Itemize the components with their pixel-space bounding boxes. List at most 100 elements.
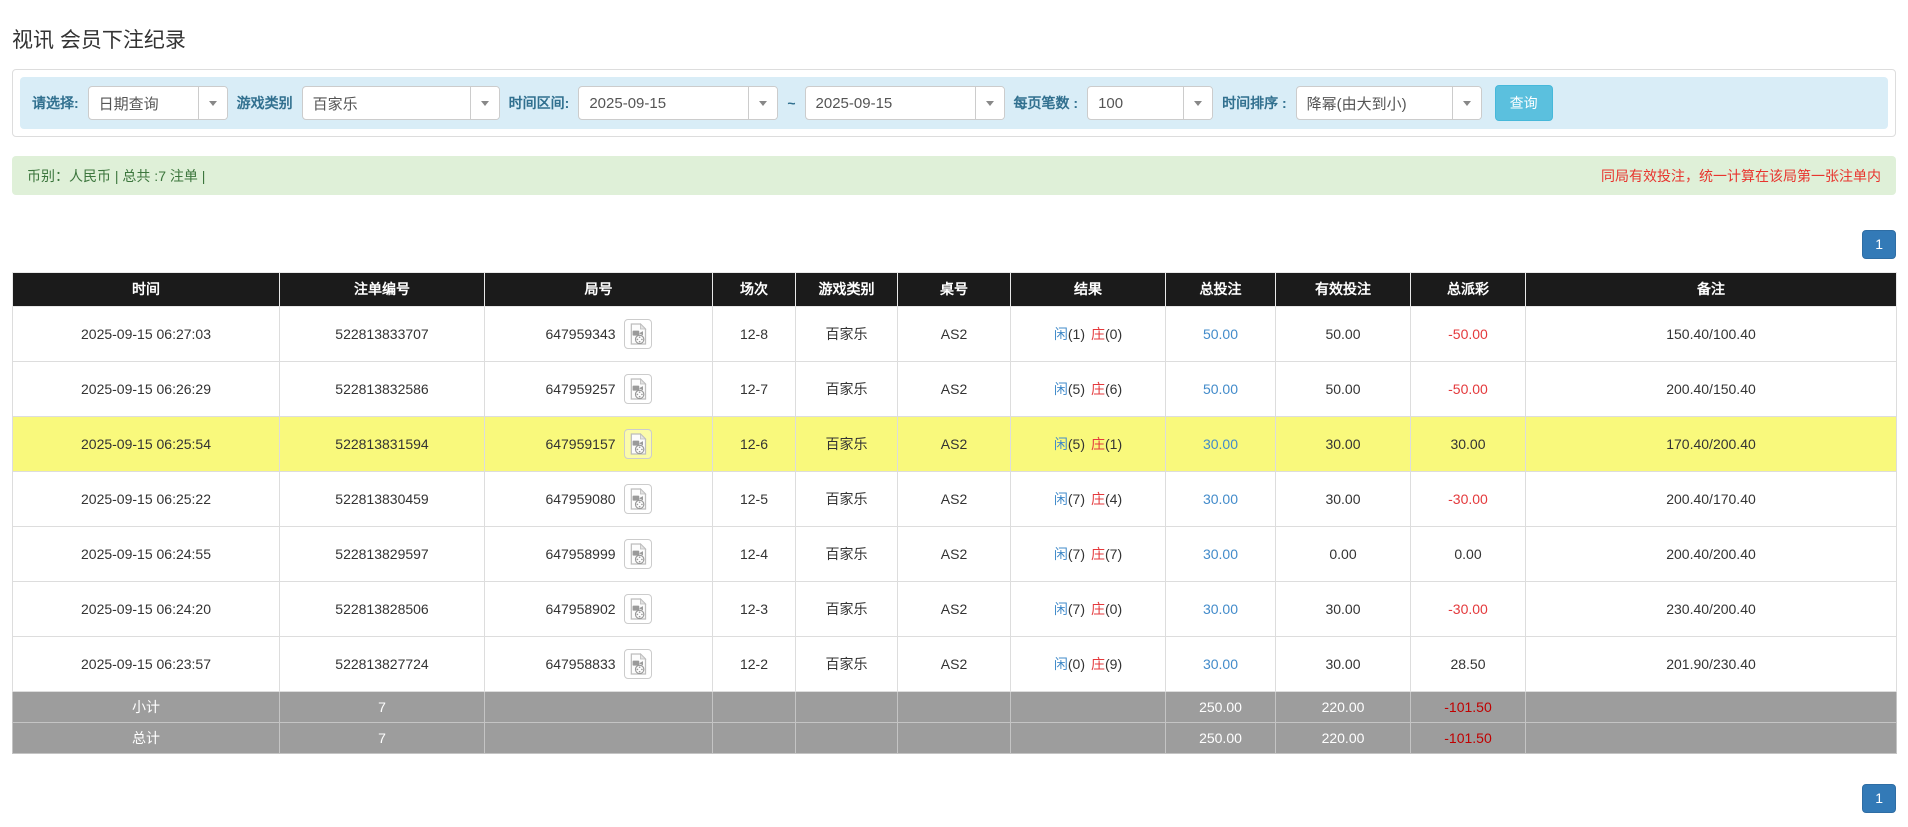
round-id-text: 647959080 <box>545 490 616 507</box>
header-session: 场次 <box>712 271 796 307</box>
cell-bet-id: 522813827724 <box>279 635 485 692</box>
cell-total-bet: 30.00 <box>1165 580 1276 637</box>
total-bet-link[interactable]: 30.00 <box>1203 436 1238 452</box>
cell-total-bet: 30.00 <box>1165 525 1276 582</box>
result-player-label: 闲 <box>1053 490 1068 507</box>
page-title: 视讯 会员下注纪录 <box>12 29 186 52</box>
video-replay-button[interactable] <box>623 318 652 349</box>
date-to-select[interactable]: 2025-09-15 <box>804 86 1005 120</box>
date-to-value: 2025-09-15 <box>815 94 893 112</box>
search-button[interactable]: 查询 <box>1494 85 1553 121</box>
result-banker-label: 庄 <box>1091 490 1105 507</box>
video-replay-button[interactable] <box>623 428 652 459</box>
result-player-label: 闲 <box>1053 545 1068 562</box>
subtotal-row: 小计 7 250.00 220.00 -101.50 <box>12 690 1897 723</box>
cell-table-id: AS2 <box>897 360 1011 417</box>
video-file-icon <box>630 377 647 400</box>
header-bet-id: 注单编号 <box>279 271 485 307</box>
cell-total-bet: 30.00 <box>1165 415 1276 472</box>
chevron-down-icon <box>469 87 499 119</box>
total-bet-link[interactable]: 30.00 <box>1203 491 1238 507</box>
cell-result: 闲(5) 庄(6) <box>1010 360 1166 417</box>
cell-session: 12-7 <box>712 360 796 417</box>
video-replay-button[interactable] <box>623 648 652 679</box>
cell-remark: 150.40/100.40 <box>1525 305 1897 362</box>
cell-remark: 170.40/200.40 <box>1525 415 1897 472</box>
cell-time: 2025-09-15 06:24:20 <box>12 580 280 637</box>
cell-valid-bet: 0.00 <box>1275 525 1411 582</box>
total-row: 总计 7 250.00 220.00 -101.50 <box>12 721 1897 754</box>
table-row: 2025-09-15 06:24:20 522813828506 6479589… <box>12 580 1897 637</box>
time-sort-label: 时间排序 : <box>1222 95 1287 111</box>
date-from-select[interactable]: 2025-09-15 <box>578 86 779 120</box>
total-bet-link[interactable]: 30.00 <box>1203 656 1238 672</box>
result-player-count: (1) <box>1067 325 1085 342</box>
cell-valid-bet: 30.00 <box>1275 415 1411 472</box>
header-round-id: 局号 <box>484 271 713 307</box>
cell-round-id: 647958902 <box>484 580 713 637</box>
result-player-label: 闲 <box>1053 655 1068 672</box>
cell-session: 12-2 <box>712 635 796 692</box>
cell-result: 闲(7) 庄(0) <box>1010 580 1166 637</box>
cell-round-id: 647959257 <box>484 360 713 417</box>
mode-select[interactable]: 日期查询 <box>87 86 228 120</box>
round-id-text: 647959343 <box>545 325 616 342</box>
cell-remark: 200.40/150.40 <box>1525 360 1897 417</box>
summary-bar: 币别：人民币 | 总共 :7 注单 | 同局有效投注，统一计算在该局第一张注单内 <box>12 156 1896 195</box>
bet-records-table: 时间 注单编号 局号 场次 游戏类别 桌号 结果 总投注 有效投注 总派彩 备注… <box>12 271 1897 754</box>
total-bet-link[interactable]: 30.00 <box>1203 546 1238 562</box>
pagination-page-1[interactable]: 1 <box>1862 230 1896 259</box>
cell-round-id: 647958999 <box>484 525 713 582</box>
header-game-type: 游戏类别 <box>795 271 898 307</box>
video-replay-button[interactable] <box>623 538 652 569</box>
cell-remark: 200.40/170.40 <box>1525 470 1897 527</box>
cell-table-id: AS2 <box>897 470 1011 527</box>
pagination-top: 1 <box>12 230 1896 259</box>
cell-payout: 30.00 <box>1410 415 1526 472</box>
total-bet-link[interactable]: 50.00 <box>1203 326 1238 342</box>
cell-bet-id: 522813831594 <box>279 415 485 472</box>
cell-payout: -30.00 <box>1410 470 1526 527</box>
cell-remark: 230.40/200.40 <box>1525 580 1897 637</box>
cell-table-id: AS2 <box>897 305 1011 362</box>
total-bet-link[interactable]: 50.00 <box>1203 381 1238 397</box>
result-banker-count: (4) <box>1105 490 1123 507</box>
video-replay-button[interactable] <box>623 593 652 624</box>
table-row: 2025-09-15 06:25:22 522813830459 6479590… <box>12 470 1897 527</box>
cell-game-type: 百家乐 <box>795 470 898 527</box>
cell-payout: -30.00 <box>1410 580 1526 637</box>
total-count: 7 <box>279 721 485 754</box>
result-player-count: (7) <box>1067 600 1085 617</box>
mode-select-value: 日期查询 <box>98 95 159 113</box>
header-remark: 备注 <box>1525 271 1897 307</box>
total-valid-bet: 220.00 <box>1275 721 1411 754</box>
cell-round-id: 647959080 <box>484 470 713 527</box>
filter-panel: 请选择: 日期查询 游戏类别 百家乐 时间区间: 2025-09-15 ~ 20… <box>12 69 1896 137</box>
total-bet-link[interactable]: 30.00 <box>1203 601 1238 617</box>
summary-notice: 同局有效投注，统一计算在该局第一张注单内 <box>1601 167 1881 184</box>
page-container: 视讯 会员下注纪录 请选择: 日期查询 游戏类别 百家乐 时间区间: 2025-… <box>0 24 1908 813</box>
game-type-select[interactable]: 百家乐 <box>301 86 500 120</box>
cell-bet-id: 522813828506 <box>279 580 485 637</box>
result-banker-count: (6) <box>1105 380 1123 397</box>
total-total-bet: 250.00 <box>1165 721 1276 754</box>
video-replay-button[interactable] <box>623 483 652 514</box>
subtotal-valid-bet: 220.00 <box>1275 690 1411 723</box>
subtotal-count: 7 <box>279 690 485 723</box>
table-row: 2025-09-15 06:27:03 522813833707 6479593… <box>12 305 1897 362</box>
pagination-page-1[interactable]: 1 <box>1862 783 1896 813</box>
round-id-text: 647959257 <box>545 380 616 397</box>
result-player-label: 闲 <box>1053 380 1068 397</box>
result-player-count: (0) <box>1067 655 1085 672</box>
result-banker-count: (1) <box>1105 435 1123 452</box>
result-player-count: (7) <box>1067 545 1085 562</box>
result-player-count: (7) <box>1067 490 1085 507</box>
result-player-label: 闲 <box>1053 600 1068 617</box>
time-sort-select[interactable]: 降幂(由大到小) <box>1295 86 1482 120</box>
cell-round-id: 647959157 <box>484 415 713 472</box>
time-range-label: 时间区间: <box>508 95 570 111</box>
cell-valid-bet: 50.00 <box>1275 360 1411 417</box>
per-page-select[interactable]: 100 <box>1087 86 1214 120</box>
video-replay-button[interactable] <box>623 373 652 404</box>
cell-time: 2025-09-15 06:23:57 <box>12 635 280 692</box>
